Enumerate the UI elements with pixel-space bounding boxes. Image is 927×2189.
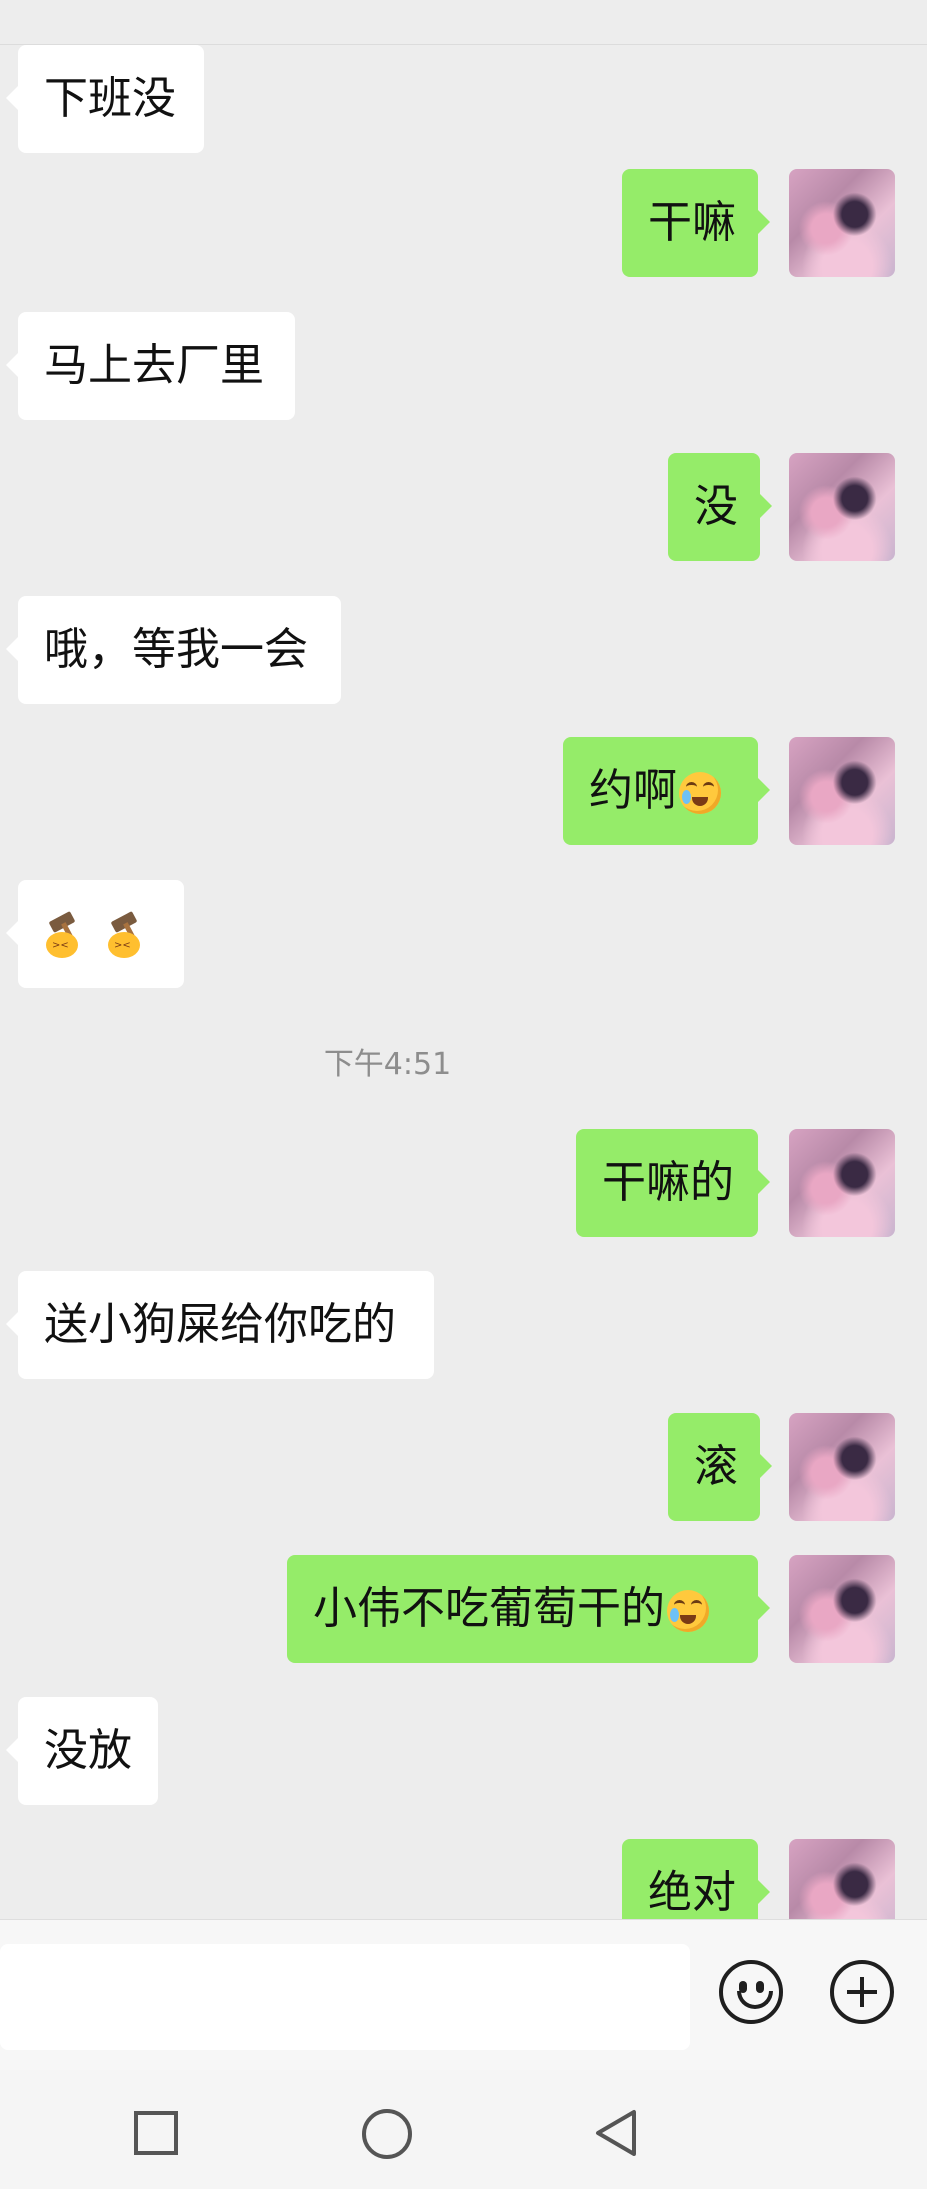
sent-message-bubble[interactable]: 干嘛的	[576, 1129, 770, 1237]
plus-circle-icon[interactable]	[830, 1960, 894, 2024]
message-input-bar	[0, 1919, 927, 2070]
message-text: 小伟不吃葡萄干的	[313, 1583, 665, 1634]
message-text: 没放	[44, 1725, 132, 1776]
message-text: 干嘛的	[602, 1157, 734, 1208]
message-text: 绝对	[648, 1867, 736, 1918]
top-bar	[0, 0, 927, 45]
timestamp: 下午4:51	[323, 1047, 452, 1082]
system-navigation-bar	[0, 2070, 927, 2189]
message-text: 干嘛	[648, 197, 736, 248]
sent-message-bubble[interactable]: 绝对	[622, 1839, 770, 1919]
sent-message-bubble[interactable]: 干嘛	[622, 169, 770, 277]
sent-message-bubble[interactable]: 约啊	[563, 737, 770, 845]
received-message-bubble[interactable]: 没放	[6, 1697, 158, 1805]
message-text: 下班没	[44, 73, 176, 124]
circle-icon[interactable]	[362, 2109, 412, 2159]
message-text: 哦，等我一会	[44, 624, 308, 675]
user-avatar[interactable]	[789, 1839, 895, 1919]
facepalm-laugh-cry-icon	[679, 772, 721, 814]
sent-message-bubble[interactable]: 没	[668, 453, 772, 561]
user-avatar[interactable]	[789, 1413, 895, 1521]
user-avatar[interactable]	[789, 169, 895, 277]
user-avatar[interactable]	[789, 1555, 895, 1663]
received-message-bubble[interactable]: 哦，等我一会	[6, 596, 341, 704]
user-avatar[interactable]	[789, 1129, 895, 1237]
sent-message-bubble[interactable]: 滚	[668, 1413, 772, 1521]
hammer-emoji-icon: ><	[38, 911, 86, 960]
received-message-bubble[interactable]: 马上去厂里	[6, 312, 295, 420]
received-message-bubble[interactable]: >< ><	[6, 880, 184, 988]
message-input[interactable]	[0, 1944, 690, 2050]
user-avatar[interactable]	[789, 737, 895, 845]
received-message-bubble[interactable]: 下班没	[6, 45, 204, 153]
user-avatar[interactable]	[789, 453, 895, 561]
sent-message-bubble[interactable]: 小伟不吃葡萄干的	[287, 1555, 770, 1663]
message-text: 滚	[694, 1441, 738, 1492]
message-text: 送小狗屎给你吃的	[44, 1299, 396, 1350]
message-text: 约啊	[589, 765, 677, 816]
smiley-face-icon[interactable]	[719, 1960, 783, 2024]
square-icon[interactable]	[134, 2111, 178, 2155]
message-text: 没	[694, 481, 738, 532]
facepalm-laugh-cry-icon	[667, 1590, 709, 1632]
hammer-emoji-icon: ><	[100, 911, 148, 960]
chat-message-list[interactable]: 下班没 干嘛 马上去厂里 没 哦，等我一会 约啊 >< >< 下午4:51 干嘛的…	[0, 45, 927, 1919]
received-message-bubble[interactable]: 送小狗屎给你吃的	[6, 1271, 434, 1379]
triangle-back-icon[interactable]	[592, 2108, 642, 2158]
message-text: 马上去厂里	[44, 340, 264, 391]
